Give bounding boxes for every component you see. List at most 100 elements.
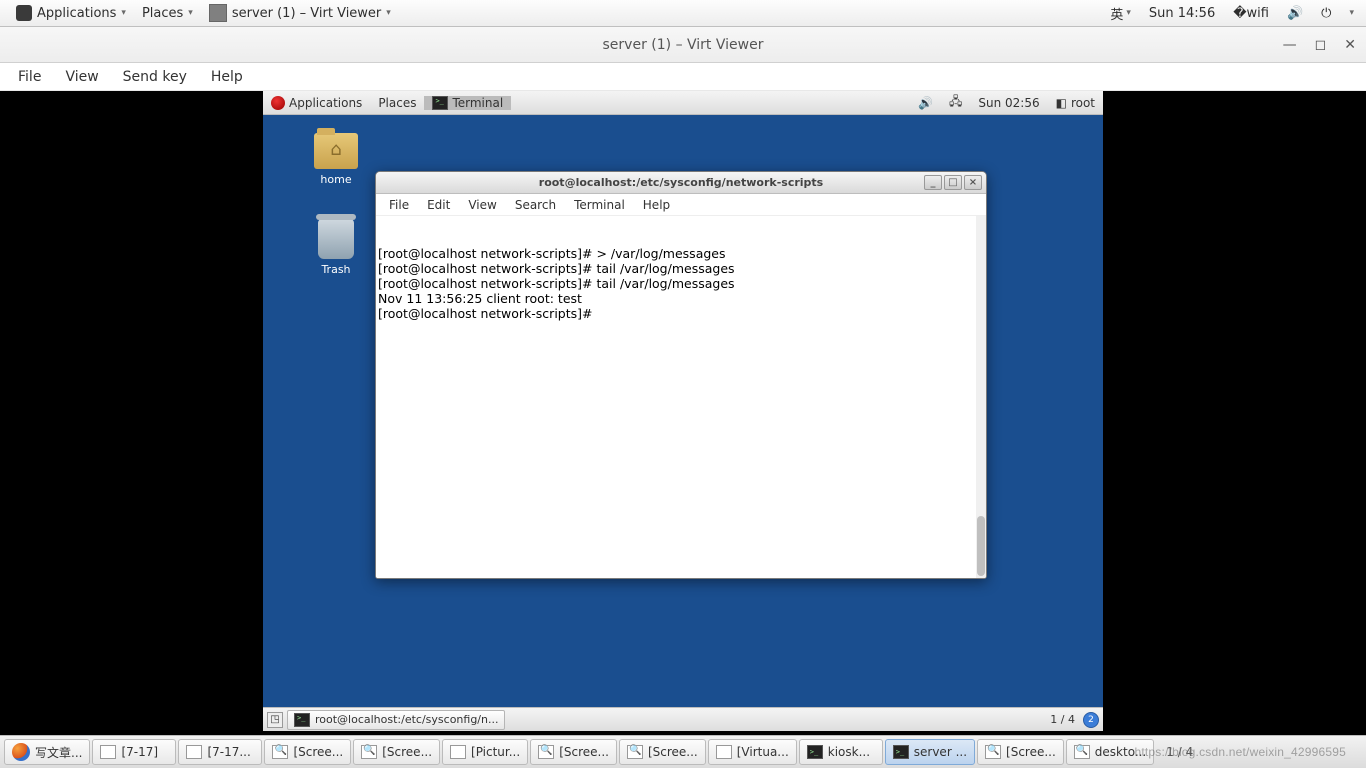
guest-places-menu[interactable]: Places: [370, 96, 424, 110]
host-places-menu[interactable]: Places▾: [134, 6, 201, 21]
folder-icon: [314, 133, 358, 169]
guest-clock[interactable]: Sun 02:56: [970, 96, 1047, 110]
guest-network-icon[interactable]: 🖧: [941, 92, 970, 113]
taskbar-item-label: server ...: [914, 745, 967, 759]
terminal-minimize-button[interactable]: _: [924, 175, 942, 190]
guest-task-terminal[interactable]: Terminal: [424, 96, 511, 110]
desktop-home-icon[interactable]: home: [301, 133, 371, 186]
terminal-output[interactable]: [root@localhost network-scripts]# > /var…: [376, 216, 986, 578]
doc-icon: [100, 745, 116, 759]
terminal-line: Nov 11 13:56:25 client root: test: [378, 291, 984, 306]
doc-icon: [450, 745, 466, 759]
mag-icon: [1074, 745, 1090, 759]
virt-viewer-titlebar[interactable]: server (1) – Virt Viewer — ◻ ✕: [0, 27, 1366, 63]
host-taskbar-item[interactable]: [Pictur...: [442, 739, 528, 765]
scrollbar-thumb[interactable]: [977, 516, 985, 576]
taskbar-item-label: [Scree...: [382, 745, 432, 759]
host-taskbar-item[interactable]: kiosk...: [799, 739, 883, 765]
redhat-icon: [271, 96, 285, 110]
terminal-titlebar[interactable]: root@localhost:/etc/sysconfig/network-sc…: [376, 172, 986, 194]
show-desktop-button[interactable]: ◳: [267, 712, 283, 728]
vv-menu-sendkey[interactable]: Send key: [111, 67, 199, 87]
term-menu-edit[interactable]: Edit: [418, 196, 459, 214]
guest-applications-menu[interactable]: Applications: [263, 96, 370, 110]
host-taskbar: 写文章... [7-17] [7-17... [Scree... [Scree... [P…: [0, 735, 1366, 768]
host-taskbar-item[interactable]: [Scree...: [977, 739, 1064, 765]
taskbar-item-label: [7-17]: [121, 745, 158, 759]
workspace-badge[interactable]: 2: [1083, 712, 1099, 728]
host-pager[interactable]: 1 / 4: [1160, 745, 1199, 759]
window-close-button[interactable]: ✕: [1344, 37, 1356, 53]
terminal-menubar: File Edit View Search Terminal Help: [376, 194, 986, 216]
taskbar-item-label: [Scree...: [1006, 745, 1056, 759]
host-taskbar-item[interactable]: [7-17]: [92, 739, 176, 765]
term-menu-search[interactable]: Search: [506, 196, 565, 214]
taskbar-item-label: [Scree...: [648, 745, 698, 759]
mag-icon: [361, 745, 377, 759]
guest-volume-icon[interactable]: 🔊: [910, 96, 941, 110]
guest-desktop[interactable]: Applications Places Terminal 🔊 🖧 Sun 02:…: [263, 91, 1103, 731]
vv-menu-file[interactable]: File: [6, 67, 53, 87]
guest-top-panel: Applications Places Terminal 🔊 🖧 Sun 02:…: [263, 91, 1103, 115]
host-taskbar-item[interactable]: [Virtua...: [708, 739, 797, 765]
host-taskbar-item[interactable]: server ...: [885, 739, 975, 765]
terminal-line: [root@localhost network-scripts]# > /var…: [378, 246, 984, 261]
terminal-title: root@localhost:/etc/sysconfig/network-sc…: [539, 176, 823, 189]
desktop-icon-label: home: [301, 173, 371, 186]
term-menu-view[interactable]: View: [459, 196, 505, 214]
terminal-icon: [294, 713, 310, 727]
taskbar-item-label: kiosk...: [828, 745, 870, 759]
terminal-window[interactable]: root@localhost:/etc/sysconfig/network-sc…: [375, 171, 987, 579]
mag-icon: [538, 745, 554, 759]
taskbar-item-label: [Scree...: [293, 745, 343, 759]
terminal-line: [root@localhost network-scripts]# tail /…: [378, 261, 984, 276]
window-maximize-button[interactable]: ◻: [1315, 37, 1327, 53]
host-power-icon[interactable]: ⏻: [1317, 6, 1335, 21]
host-taskbar-item[interactable]: [7-17...: [178, 739, 262, 765]
host-volume-icon[interactable]: 🔊: [1283, 6, 1307, 21]
workspace-indicator[interactable]: 1 / 4: [1050, 713, 1075, 726]
window-minimize-button[interactable]: —: [1283, 37, 1297, 53]
guest-taskbar-terminal[interactable]: root@localhost:/etc/sysconfig/n...: [287, 710, 505, 730]
host-taskbar-item[interactable]: [Scree...: [530, 739, 617, 765]
host-taskbar-item[interactable]: [Scree...: [353, 739, 440, 765]
virt-viewer-menubar: File View Send key Help: [0, 63, 1366, 91]
host-taskbar-item[interactable]: deskto...: [1066, 739, 1154, 765]
host-top-panel: Applications▾ Places▾ server (1) – Virt …: [0, 0, 1366, 27]
host-applications-menu[interactable]: Applications▾: [8, 5, 134, 21]
taskbar-item-label: deskto...: [1095, 745, 1146, 759]
host-network-icon[interactable]: �wifi: [1229, 6, 1273, 21]
virt-viewer-app-icon: [209, 4, 227, 22]
mag-icon: [272, 745, 288, 759]
guest-user-menu[interactable]: ◧ root: [1048, 96, 1103, 110]
taskbar-item-label: root@localhost:/etc/sysconfig/n...: [315, 713, 498, 726]
term-icon: [807, 745, 823, 759]
terminal-maximize-button[interactable]: □: [944, 175, 962, 190]
mag-icon: [627, 745, 643, 759]
taskbar-item-label: [Pictur...: [471, 745, 520, 759]
vb-icon: [716, 745, 732, 759]
host-user-menu-caret[interactable]: ▾: [1345, 8, 1358, 18]
term-icon: [893, 745, 909, 759]
virt-viewer-title: server (1) – Virt Viewer: [603, 37, 764, 53]
host-taskbar-item[interactable]: [Scree...: [264, 739, 351, 765]
taskbar-item-label: [Virtua...: [737, 745, 789, 759]
terminal-close-button[interactable]: ×: [964, 175, 982, 190]
term-menu-help[interactable]: Help: [634, 196, 679, 214]
term-menu-file[interactable]: File: [380, 196, 418, 214]
host-taskbar-item[interactable]: [Scree...: [619, 739, 706, 765]
host-clock[interactable]: Sun 14:56: [1145, 6, 1219, 21]
terminal-scrollbar[interactable]: [976, 216, 986, 578]
host-taskbar-item[interactable]: 写文章...: [4, 739, 90, 765]
desktop-trash-icon[interactable]: Trash: [301, 219, 371, 276]
mag-icon: [985, 745, 1001, 759]
vv-menu-view[interactable]: View: [53, 67, 110, 87]
taskbar-item-label: [7-17...: [207, 745, 250, 759]
doc-icon: [186, 745, 202, 759]
term-menu-terminal[interactable]: Terminal: [565, 196, 634, 214]
vv-menu-help[interactable]: Help: [199, 67, 255, 87]
host-active-window-menu[interactable]: server (1) – Virt Viewer▾: [201, 4, 399, 22]
terminal-line: [root@localhost network-scripts]# tail /…: [378, 276, 984, 291]
guest-viewport: Applications Places Terminal 🔊 🖧 Sun 02:…: [0, 91, 1366, 735]
host-ime-indicator[interactable]: 英▾: [1106, 4, 1135, 23]
